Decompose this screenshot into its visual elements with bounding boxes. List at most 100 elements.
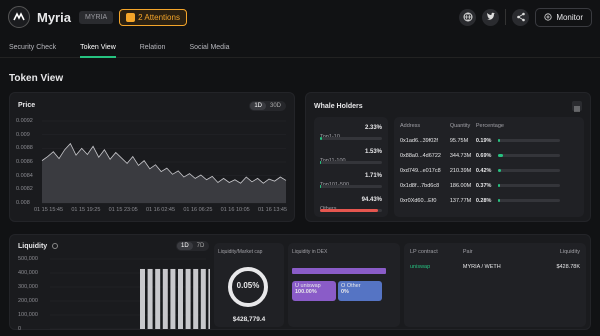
liquidity-bar <box>155 268 161 329</box>
holder-pct-bar-fill <box>497 198 500 202</box>
holder-pct-text: 0.37% <box>475 182 492 189</box>
tab-social-media[interactable]: Social Media <box>189 44 229 57</box>
whale-row[interactable]: 0x1ad6...39f02f 95.75M 0.19% <box>400 133 578 148</box>
dex-title: Liquidity in DEX <box>292 249 328 255</box>
liquidity-bar <box>178 268 183 329</box>
mcap-title: Liquidity/Market cap <box>218 249 263 255</box>
tab-security-check[interactable]: Security Check <box>9 44 56 57</box>
holder-group-bar <box>320 161 382 164</box>
col-lp-contract: LP contract <box>410 249 438 255</box>
holder-percentage: 0.37% <box>476 178 578 193</box>
dex-share-bar <box>292 268 386 274</box>
holder-address[interactable]: 0x1d8f...7bd6c8 <box>400 178 450 193</box>
holder-group-pct: 1.53% <box>364 149 382 155</box>
tab-token-view[interactable]: Token View <box>80 44 116 58</box>
col-quantity: Quantity <box>449 123 471 129</box>
price-x-tick: 01 16 10:05 <box>220 207 250 213</box>
holder-group-row: Others94.43% <box>320 197 382 215</box>
holder-quantity: 137.77M <box>449 197 472 204</box>
col-liquidity: Liquidity <box>559 249 580 255</box>
warning-shield-icon <box>126 12 136 22</box>
holder-group-bar <box>320 185 382 188</box>
whale-holders-panel: Whale Holders Top1-102.33% Top11-1001.53%… <box>305 92 591 222</box>
dex-other-chip[interactable]: O Other 0% <box>338 281 382 301</box>
col-pair: Pair <box>462 249 473 255</box>
dex-uniswap-chip[interactable]: U uniswap 100.00% <box>292 281 336 301</box>
other-pct: 0% <box>341 289 349 295</box>
lp-table: LP contract Pair Liquidity uniswap MYRIA… <box>410 245 580 274</box>
dex-box: Liquidity in DEX U uniswap 100.00% O Oth… <box>288 243 400 327</box>
holder-group-bar-fill <box>320 185 322 188</box>
lp-table-box: LP contract Pair Liquidity uniswap MYRIA… <box>404 243 586 327</box>
holder-address[interactable]: 0xd749...e017c8 <box>400 163 450 178</box>
token-ticker-badge: MYRIA <box>78 10 114 24</box>
whale-table-box: Address Quantity Percentage 0x1ad6...39f… <box>394 117 584 217</box>
whale-row[interactable]: 0xd749...e017c8 210.39M 0.42% <box>400 163 578 178</box>
holder-percentage: 0.69% <box>476 148 578 163</box>
col-address: Address <box>400 123 421 129</box>
lp-row[interactable]: uniswap MYRIA / WETH $428.78K <box>410 259 580 274</box>
holder-pct-bar <box>497 198 560 202</box>
lp-contract[interactable]: uniswap <box>410 259 463 274</box>
holder-pct-text: 0.28% <box>475 197 492 204</box>
holder-group-bar <box>320 209 382 212</box>
whale-row[interactable]: 0x88a0...4d6722 344.73M 0.69% <box>400 148 578 163</box>
holder-group-bar-fill <box>320 137 322 140</box>
holder-address[interactable]: 0x1ad6...39f02f <box>400 133 450 148</box>
liquidity-bar <box>200 268 206 329</box>
holder-group-pct: 2.33% <box>364 125 382 131</box>
share-icon[interactable] <box>512 8 530 26</box>
liquidity-chart <box>50 258 210 330</box>
twitter-icon[interactable] <box>482 8 500 26</box>
attentions-badge[interactable]: 2 Attentions <box>119 8 187 26</box>
holder-pct-bar <box>497 168 560 172</box>
website-globe-icon[interactable] <box>459 8 477 26</box>
liquidity-bar <box>170 268 176 329</box>
liquidity-bar <box>208 268 210 329</box>
liquidity-bar <box>162 268 168 329</box>
liquidity-bar <box>193 268 199 329</box>
holder-pct-bar-fill <box>497 168 501 172</box>
holder-quantity: 210.39M <box>449 167 472 174</box>
holder-group-row: Top101-5001.71% <box>320 173 382 191</box>
holder-pct-text: 0.69% <box>475 152 492 159</box>
col-percentage: Percentage <box>475 123 504 129</box>
top-bar: Myria MYRIA 2 Attentions Monitor <box>0 0 600 34</box>
holder-pct-text: 0.42% <box>475 167 492 174</box>
mcap-box: Liquidity/Market cap 0.05% $428,779.4 <box>214 243 284 327</box>
holder-quantity: 95.75M <box>449 137 469 144</box>
price-x-tick: 01 15 23:05 <box>108 207 138 213</box>
monitor-label: Monitor <box>556 12 583 22</box>
price-x-tick: 01 16 06:25 <box>183 207 213 213</box>
holder-pct-text: 0.19% <box>475 137 492 144</box>
holder-groups: Top1-102.33% Top11-1001.53% Top101-5001.71… <box>314 117 388 217</box>
filter-icon[interactable] <box>572 101 582 112</box>
lp-liquidity: $428.78K <box>556 263 580 270</box>
liquidity-panel: Liquidity 1D 7D 500,000 400,000 300,000 200… <box>9 234 591 332</box>
holder-address[interactable]: 0x88a0...4d6722 <box>400 148 450 163</box>
holder-group-bar-fill <box>320 209 379 212</box>
whale-row[interactable]: 0xr0Xd60...Ef0 137.77M 0.28% <box>400 193 578 208</box>
holder-group-bar <box>320 137 382 140</box>
holder-group-row: Top11-1001.53% <box>320 149 382 167</box>
holder-group-pct: 94.43% <box>361 197 382 203</box>
tab-bar: Security Check Token View Relation Socia… <box>0 44 600 58</box>
monitor-button[interactable]: Monitor <box>535 7 592 27</box>
liquidity-bar <box>185 268 191 329</box>
price-x-tick: 01 16 02:45 <box>146 207 176 213</box>
holder-percentage: 0.19% <box>476 133 578 148</box>
holder-percentage: 0.42% <box>476 163 578 178</box>
holder-group-bar-fill <box>320 161 322 164</box>
tab-relation[interactable]: Relation <box>140 44 166 57</box>
holder-pct-bar <box>497 183 560 187</box>
attentions-label: 2 Attentions <box>138 12 180 22</box>
liquidity-bar <box>140 268 145 329</box>
holder-percentage: 0.28% <box>476 193 578 208</box>
holder-address[interactable]: 0xr0Xd60...Ef0 <box>400 193 450 208</box>
whale-row[interactable]: 0x1d8f...7bd6c8 186.00M 0.37% <box>400 178 578 193</box>
price-x-tick: 01 16 13:45 <box>258 207 288 213</box>
mcap-value: $428,779.4 <box>232 316 266 323</box>
holder-pct-bar-fill <box>497 138 500 142</box>
price-panel: Price 1D 30D 0.0092 0.009 0.0088 0.0086 0.00… <box>9 92 295 222</box>
whale-table: Address Quantity Percentage 0x1ad6...39f… <box>400 119 578 208</box>
